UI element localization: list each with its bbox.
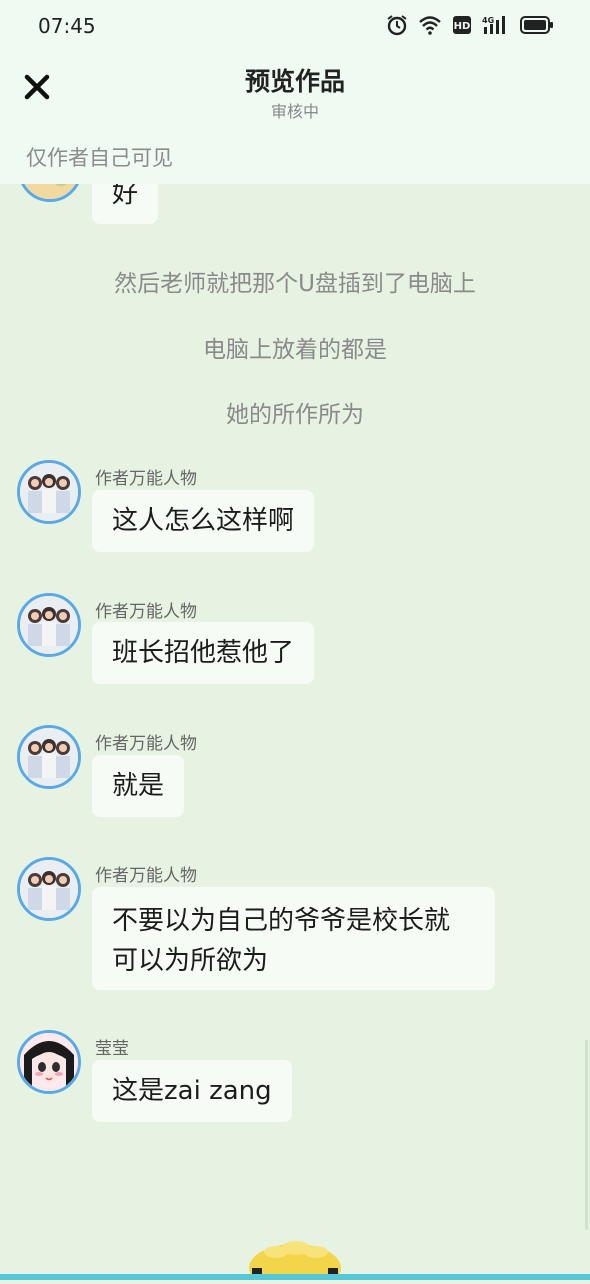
status-time: 07:45 [38, 14, 96, 38]
wifi-icon [419, 16, 441, 35]
narration-text: 她的所作所为 [226, 402, 364, 428]
avatar[interactable] [17, 1030, 81, 1094]
signal-icon: 4G [482, 16, 505, 34]
message-bubble: 这是zai zang [92, 1060, 292, 1122]
message-text: 这是zai zang [112, 1076, 272, 1106]
visibility-note: 仅作者自己可见 [26, 146, 173, 170]
message-bubble: 这人怎么这样啊 [92, 490, 315, 552]
sender-name: 作者万能人物 [95, 866, 197, 886]
message-bubble: 班长招他惹他了 [92, 622, 315, 684]
sender-name: 作者万能人物 [95, 469, 197, 489]
alarm-icon [387, 15, 407, 36]
avatar[interactable] [17, 460, 81, 524]
narration-text: 然后老师就把那个U盘插到了电脑上 [114, 271, 476, 297]
message-text: 这人怎么这样啊 [112, 506, 295, 536]
bottom-strip [0, 1274, 590, 1280]
page-title: 预览作品 [244, 67, 345, 96]
hd-icon: HD [453, 16, 471, 34]
message-text: 班长招他惹他了 [112, 638, 295, 668]
battery-icon [520, 16, 553, 34]
avatar[interactable] [17, 725, 81, 789]
chat-content: 好 然后老师就把那个U盘插到了电脑上 电脑上放着的都是 她的所作所为 作者万能人… [0, 0, 590, 1284]
scrollbar[interactable] [585, 1040, 588, 1230]
sender-name: 作者万能人物 [95, 602, 197, 622]
sender-name: 作者万能人物 [95, 734, 197, 754]
sender-name: 莹莹 [95, 1039, 129, 1059]
message-bubble: 就是 [92, 755, 185, 817]
header: 07:45 HD 4G 预览作品 审核中 仅作者自己可见 [0, 0, 590, 184]
status-subtitle: 审核中 [270, 102, 319, 121]
svg-text:4G: 4G [482, 16, 494, 25]
message-text-line: 可以为所欲为 [112, 946, 269, 976]
svg-text:HD: HD [454, 21, 471, 32]
narration-text: 电脑上放着的都是 [203, 337, 387, 363]
message-bubble: 不要以为自己的爷爷是校长就 可以为所欲为 [92, 887, 495, 990]
avatar[interactable] [17, 593, 81, 657]
message-text-line: 不要以为自己的爷爷是校长就 [112, 906, 451, 936]
message-text: 就是 [112, 771, 165, 801]
avatar[interactable] [17, 857, 81, 921]
status-icons: HD 4G [386, 14, 554, 36]
